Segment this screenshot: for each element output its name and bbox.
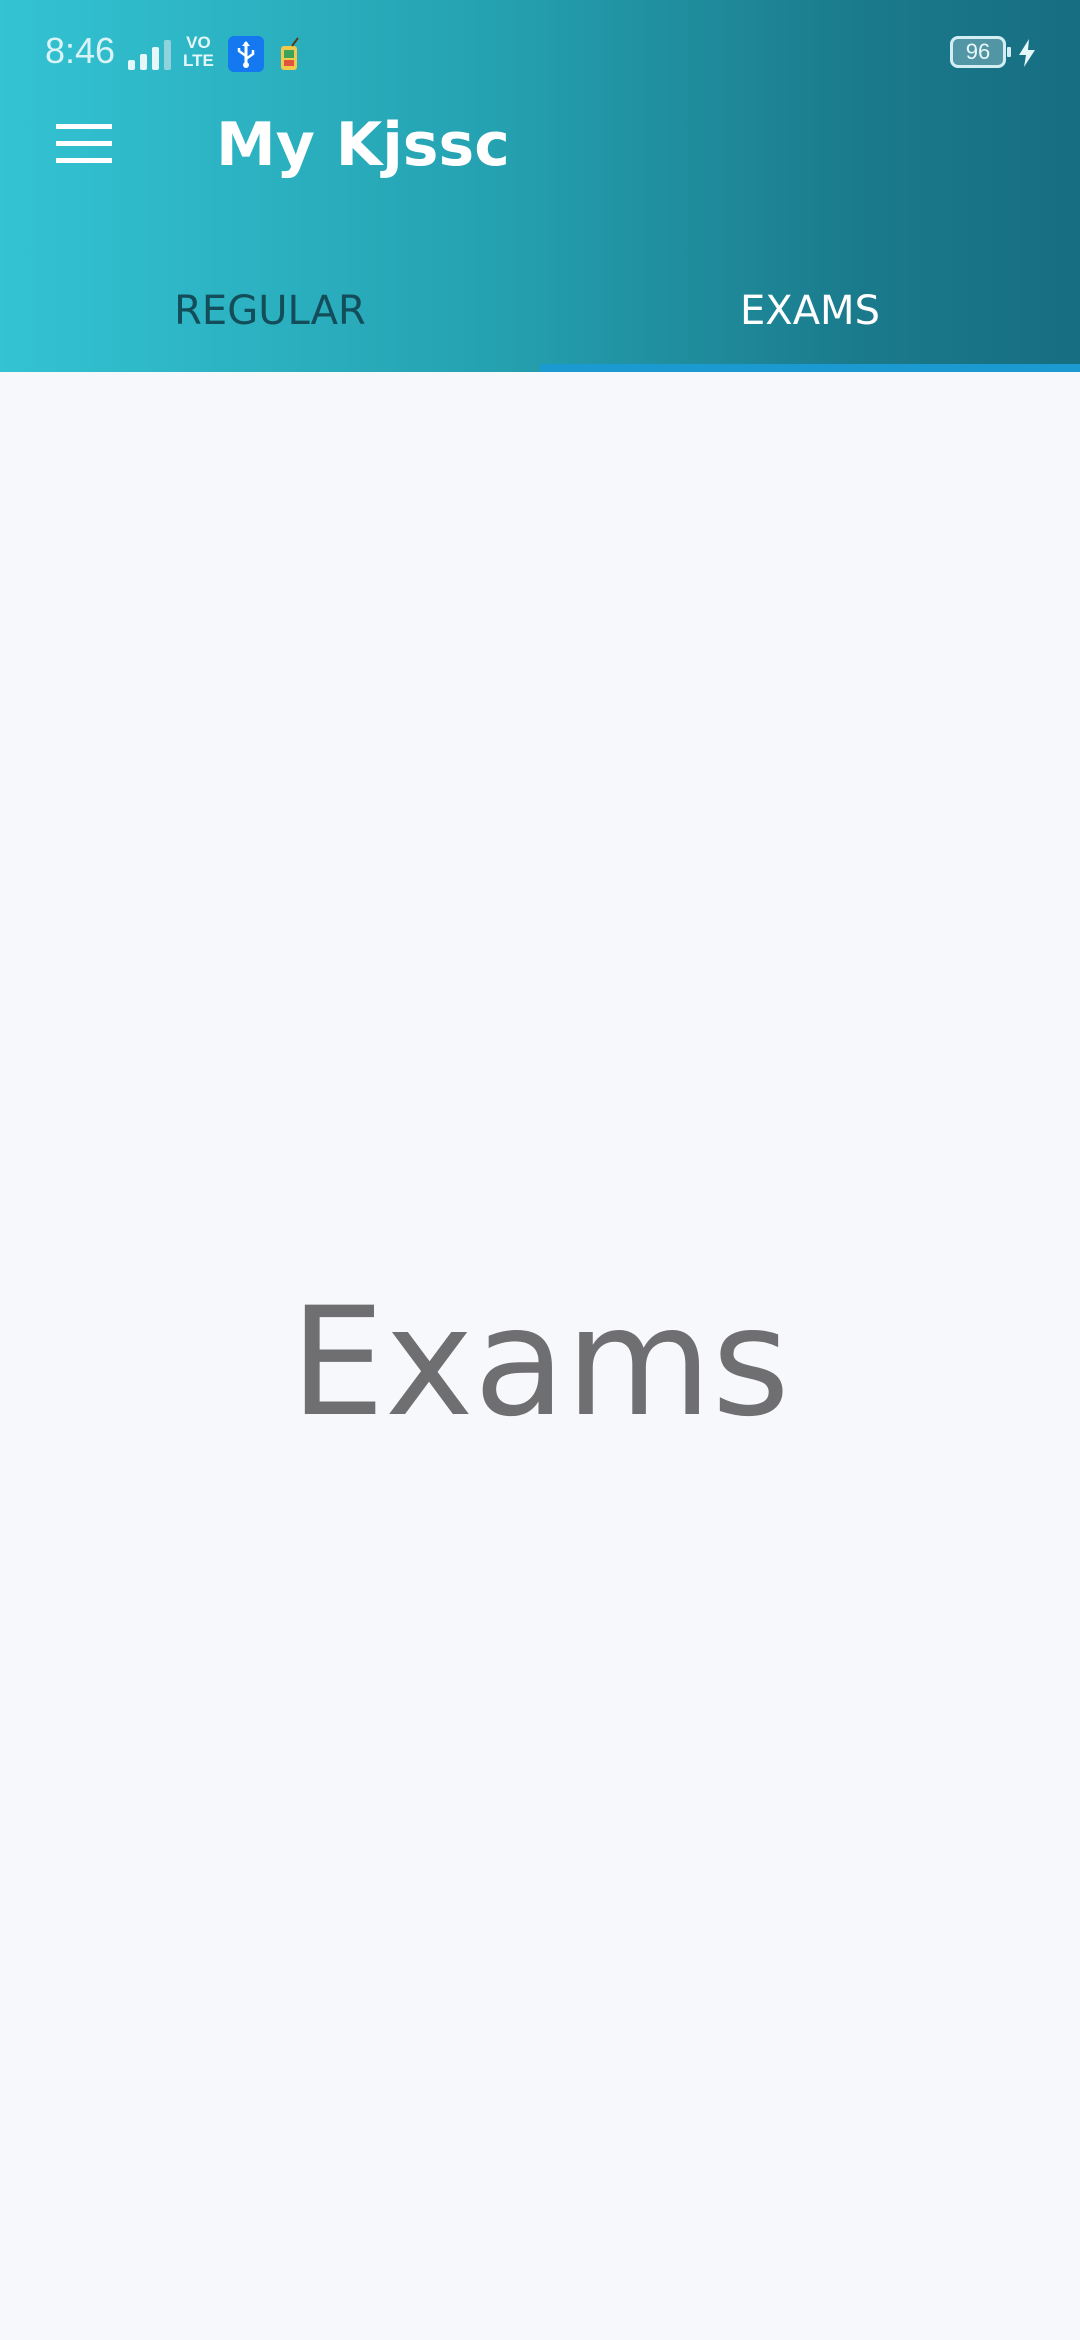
charging-icon	[1019, 39, 1035, 67]
app-title: My Kjssc	[216, 110, 510, 180]
app-notification-icon	[281, 37, 299, 70]
content-label: Exams	[290, 1276, 790, 1450]
volte-indicator: VO LTE	[183, 34, 214, 70]
status-time: 8:46	[45, 30, 116, 71]
volte-label-top: VO	[186, 33, 211, 52]
tab-exams[interactable]: EXAMS	[540, 250, 1080, 372]
status-bar: 8:46 VO LTE 96	[0, 0, 1080, 110]
tab-regular[interactable]: REGULAR	[0, 250, 540, 372]
usb-icon	[228, 36, 264, 72]
tab-selected-indicator	[540, 364, 1080, 372]
hamburger-menu-icon[interactable]	[30, 110, 138, 178]
tab-bar: REGULAR EXAMS	[0, 250, 1080, 372]
battery-level: 96	[965, 39, 991, 64]
app-header: 8:46 VO LTE 96 My Kjssc REGULAR EXAMS	[0, 0, 1080, 372]
signal-icon	[128, 40, 171, 70]
volte-label-bottom: LTE	[183, 51, 214, 70]
battery-cap	[1007, 47, 1011, 57]
